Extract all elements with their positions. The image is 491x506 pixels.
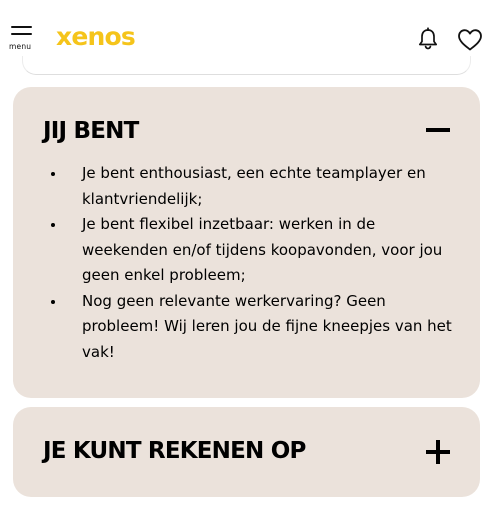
heart-icon[interactable]	[457, 28, 483, 52]
bullet-icon	[51, 172, 55, 176]
bullet-icon	[51, 299, 55, 304]
minus-icon[interactable]	[426, 128, 450, 132]
menu-button[interactable]: menu	[9, 26, 35, 52]
list-item: Nog geen relevante werkervaring? Geen pr…	[43, 289, 463, 366]
bell-icon[interactable]	[416, 27, 440, 51]
accordion-title[interactable]: JIJ BENT	[43, 116, 139, 146]
previous-card-edge	[22, 56, 471, 75]
list-item: Je bent enthousiast, een echte teamplaye…	[43, 161, 463, 212]
list-item-text: Je bent flexibel inzetbaar: werken in de…	[82, 215, 443, 284]
hamburger-icon-bar	[11, 33, 32, 35]
bullet-icon	[51, 223, 55, 227]
accordion-je-kunt-rekenen-op[interactable]: JE KUNT REKENEN OP	[13, 407, 480, 497]
accordion-title[interactable]: JE KUNT REKENEN OP	[43, 436, 306, 466]
menu-label: menu	[9, 42, 32, 51]
plus-icon[interactable]	[426, 440, 450, 464]
xenos-logo[interactable]: xenos	[56, 22, 136, 52]
list-item: Je bent flexibel inzetbaar: werken in de…	[43, 212, 463, 289]
accordion-jij-bent: JIJ BENT Je bent enthousiast, een echte …	[13, 87, 480, 398]
plus-icon-vertical	[436, 440, 440, 464]
requirements-list: Je bent enthousiast, een echte teamplaye…	[43, 161, 463, 365]
list-item-text: Nog geen relevante werkervaring? Geen pr…	[82, 291, 452, 361]
hamburger-icon-bar	[11, 26, 32, 28]
list-item-text: Je bent enthousiast, een echte teamplaye…	[82, 164, 426, 208]
